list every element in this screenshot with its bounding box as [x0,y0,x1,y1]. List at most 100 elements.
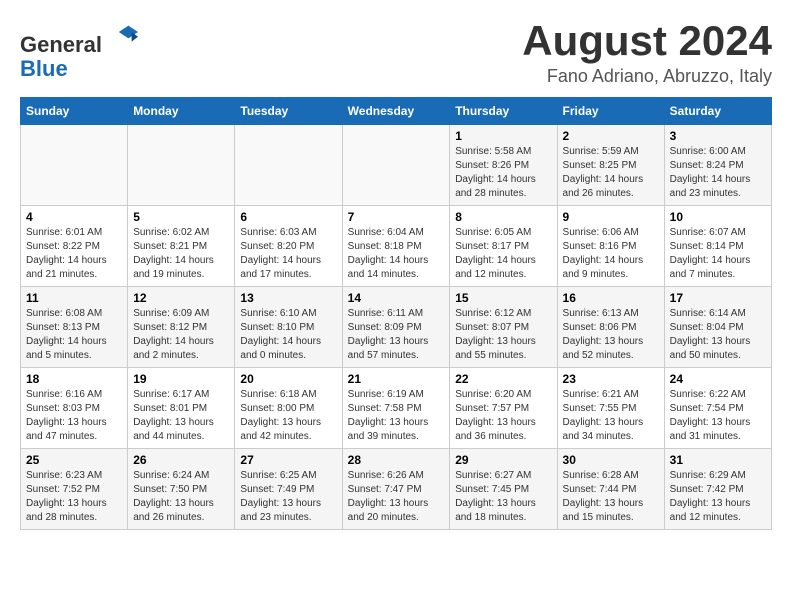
day-number: 10 [670,210,766,224]
day-number: 29 [455,453,551,467]
calendar-cell [342,125,450,206]
calendar-cell: 10 Sunrise: 6:07 AM Sunset: 8:14 PM Dayli… [664,206,771,287]
day-info: Sunrise: 6:26 AM Sunset: 7:47 PM Dayligh… [348,469,445,525]
day-info: Sunrise: 6:05 AM Sunset: 8:17 PM Dayligh… [455,226,551,282]
calendar-cell: 28 Sunrise: 6:26 AM Sunset: 7:47 PM Dayli… [342,449,450,530]
day-number: 20 [240,372,336,386]
calendar-table: SundayMondayTuesdayWednesdayThursdayFrid… [20,97,772,530]
day-number: 25 [26,453,122,467]
day-info: Sunrise: 6:16 AM Sunset: 8:03 PM Dayligh… [26,388,122,444]
day-number: 22 [455,372,551,386]
calendar-cell: 6 Sunrise: 6:03 AM Sunset: 8:20 PM Daylig… [235,206,342,287]
day-info: Sunrise: 6:13 AM Sunset: 8:06 PM Dayligh… [563,307,659,363]
day-number: 24 [670,372,766,386]
calendar-cell: 23 Sunrise: 6:21 AM Sunset: 7:55 PM Dayli… [557,368,664,449]
weekday-header-monday: Monday [128,98,235,125]
calendar-cell: 8 Sunrise: 6:05 AM Sunset: 8:17 PM Daylig… [450,206,557,287]
calendar-cell: 12Sunrise: 6:09 AM Sunset: 8:12 PM Dayli… [128,287,235,368]
day-info: Sunrise: 6:25 AM Sunset: 7:49 PM Dayligh… [240,469,336,525]
day-info: Sunrise: 6:29 AM Sunset: 7:42 PM Dayligh… [670,469,766,525]
day-number: 11 [26,291,122,305]
page-header: General Blue August 2024 Fano Adriano, A… [20,20,772,87]
logo-icon [106,20,138,52]
day-number: 2 [563,129,659,143]
calendar-cell: 20 Sunrise: 6:18 AM Sunset: 8:00 PM Dayli… [235,368,342,449]
week-row-2: 4 Sunrise: 6:01 AM Sunset: 8:22 PM Daylig… [21,206,772,287]
weekday-header-sunday: Sunday [21,98,128,125]
day-info: Sunrise: 5:58 AM Sunset: 8:26 PM Dayligh… [455,145,551,201]
day-info: Sunrise: 6:03 AM Sunset: 8:20 PM Dayligh… [240,226,336,282]
calendar-cell: 11Sunrise: 6:08 AM Sunset: 8:13 PM Dayli… [21,287,128,368]
day-number: 27 [240,453,336,467]
day-number: 26 [133,453,229,467]
day-info: Sunrise: 6:04 AM Sunset: 8:18 PM Dayligh… [348,226,445,282]
logo-blue: Blue [20,56,68,81]
day-info: Sunrise: 6:10 AM Sunset: 8:10 PM Dayligh… [240,307,336,363]
month-title: August 2024 [522,20,772,62]
day-number: 15 [455,291,551,305]
calendar-cell: 21 Sunrise: 6:19 AM Sunset: 7:58 PM Dayli… [342,368,450,449]
calendar-cell: 31 Sunrise: 6:29 AM Sunset: 7:42 PM Dayli… [664,449,771,530]
calendar-cell: 18Sunrise: 6:16 AM Sunset: 8:03 PM Dayli… [21,368,128,449]
calendar-cell: 2 Sunrise: 5:59 AM Sunset: 8:25 PM Daylig… [557,125,664,206]
day-info: Sunrise: 6:27 AM Sunset: 7:45 PM Dayligh… [455,469,551,525]
calendar-cell [21,125,128,206]
day-number: 12 [133,291,229,305]
calendar-cell: 27 Sunrise: 6:25 AM Sunset: 7:49 PM Dayli… [235,449,342,530]
calendar-cell: 26Sunrise: 6:24 AM Sunset: 7:50 PM Dayli… [128,449,235,530]
day-info: Sunrise: 6:20 AM Sunset: 7:57 PM Dayligh… [455,388,551,444]
calendar-cell: 22 Sunrise: 6:20 AM Sunset: 7:57 PM Dayli… [450,368,557,449]
week-row-1: 1 Sunrise: 5:58 AM Sunset: 8:26 PM Daylig… [21,125,772,206]
calendar-cell: 16 Sunrise: 6:13 AM Sunset: 8:06 PM Dayli… [557,287,664,368]
day-number: 16 [563,291,659,305]
calendar-cell: 1 Sunrise: 5:58 AM Sunset: 8:26 PM Daylig… [450,125,557,206]
calendar-cell [235,125,342,206]
weekday-header-thursday: Thursday [450,98,557,125]
calendar-cell: 29 Sunrise: 6:27 AM Sunset: 7:45 PM Dayli… [450,449,557,530]
day-info: Sunrise: 6:21 AM Sunset: 7:55 PM Dayligh… [563,388,659,444]
week-row-3: 11Sunrise: 6:08 AM Sunset: 8:13 PM Dayli… [21,287,772,368]
day-info: Sunrise: 6:11 AM Sunset: 8:09 PM Dayligh… [348,307,445,363]
calendar-cell: 4 Sunrise: 6:01 AM Sunset: 8:22 PM Daylig… [21,206,128,287]
calendar-cell: 17Sunrise: 6:14 AM Sunset: 8:04 PM Dayli… [664,287,771,368]
week-row-5: 25 Sunrise: 6:23 AM Sunset: 7:52 PM Dayli… [21,449,772,530]
calendar-cell: 7 Sunrise: 6:04 AM Sunset: 8:18 PM Daylig… [342,206,450,287]
calendar-cell: 9Sunrise: 6:06 AM Sunset: 8:16 PM Daylig… [557,206,664,287]
day-info: Sunrise: 6:07 AM Sunset: 8:14 PM Dayligh… [670,226,766,282]
weekday-header-tuesday: Tuesday [235,98,342,125]
calendar-cell: 24Sunrise: 6:22 AM Sunset: 7:54 PM Dayli… [664,368,771,449]
day-info: Sunrise: 6:01 AM Sunset: 8:22 PM Dayligh… [26,226,122,282]
calendar-cell: 19Sunrise: 6:17 AM Sunset: 8:01 PM Dayli… [128,368,235,449]
day-info: Sunrise: 6:18 AM Sunset: 8:00 PM Dayligh… [240,388,336,444]
day-info: Sunrise: 5:59 AM Sunset: 8:25 PM Dayligh… [563,145,659,201]
weekday-header-wednesday: Wednesday [342,98,450,125]
day-number: 23 [563,372,659,386]
day-number: 17 [670,291,766,305]
calendar-cell: 30Sunrise: 6:28 AM Sunset: 7:44 PM Dayli… [557,449,664,530]
calendar-cell: 25 Sunrise: 6:23 AM Sunset: 7:52 PM Dayli… [21,449,128,530]
weekday-header-row: SundayMondayTuesdayWednesdayThursdayFrid… [21,98,772,125]
day-number: 21 [348,372,445,386]
day-info: Sunrise: 6:00 AM Sunset: 8:24 PM Dayligh… [670,145,766,201]
day-number: 31 [670,453,766,467]
calendar-cell: 3Sunrise: 6:00 AM Sunset: 8:24 PM Daylig… [664,125,771,206]
day-info: Sunrise: 6:06 AM Sunset: 8:16 PM Dayligh… [563,226,659,282]
day-number: 28 [348,453,445,467]
day-number: 1 [455,129,551,143]
calendar-cell: 14 Sunrise: 6:11 AM Sunset: 8:09 PM Dayli… [342,287,450,368]
weekday-header-friday: Friday [557,98,664,125]
day-info: Sunrise: 6:02 AM Sunset: 8:21 PM Dayligh… [133,226,229,282]
day-number: 5 [133,210,229,224]
day-number: 6 [240,210,336,224]
day-number: 4 [26,210,122,224]
logo-general: General [20,32,102,57]
weekday-header-saturday: Saturday [664,98,771,125]
calendar-cell: 5 Sunrise: 6:02 AM Sunset: 8:21 PM Daylig… [128,206,235,287]
calendar-cell [128,125,235,206]
day-number: 8 [455,210,551,224]
day-number: 7 [348,210,445,224]
day-info: Sunrise: 6:19 AM Sunset: 7:58 PM Dayligh… [348,388,445,444]
day-info: Sunrise: 6:23 AM Sunset: 7:52 PM Dayligh… [26,469,122,525]
day-number: 14 [348,291,445,305]
week-row-4: 18Sunrise: 6:16 AM Sunset: 8:03 PM Dayli… [21,368,772,449]
